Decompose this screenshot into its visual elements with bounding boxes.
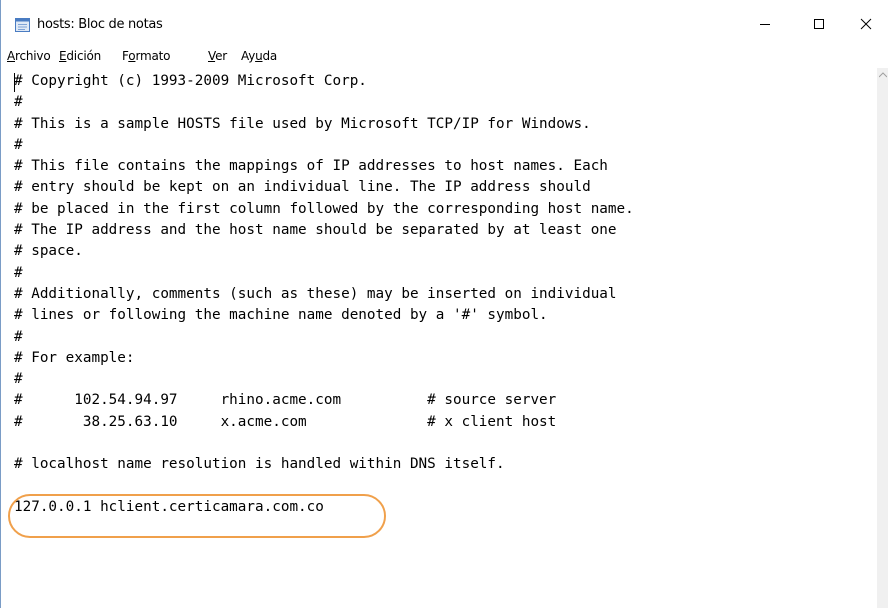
notepad-window: hosts: Bloc de notas Archivo Edición For… <box>0 0 888 608</box>
document-line: # <box>14 94 23 111</box>
document-line: # For example: <box>14 349 135 366</box>
window-title: hosts: Bloc de notas <box>37 17 163 32</box>
maximize-button[interactable] <box>796 8 842 40</box>
document-line: # <box>14 136 23 153</box>
minimize-icon <box>760 24 770 25</box>
close-icon <box>860 18 872 30</box>
close-button[interactable] <box>843 8 888 40</box>
document-text[interactable]: # Copyright (c) 1993-2009 Microsoft Corp… <box>14 71 634 518</box>
document-line: # <box>14 328 23 345</box>
title-bar[interactable]: hosts: Bloc de notas <box>1 0 888 40</box>
notepad-icon <box>15 18 30 32</box>
menu-archivo[interactable]: Archivo <box>7 49 51 63</box>
document-line: # <box>14 371 23 388</box>
document-line: # 38.25.63.10 x.acme.com # x client host <box>14 413 557 430</box>
highlight-annotation <box>8 494 386 538</box>
document-line: # This file contains the mappings of IP … <box>14 158 608 175</box>
vertical-scrollbar[interactable] <box>877 68 888 608</box>
menu-formato[interactable]: Formato <box>122 49 170 63</box>
document-line: # entry should be kept on an individual … <box>14 179 591 196</box>
scroll-up-icon[interactable] <box>877 68 888 82</box>
document-line: # lines or following the machine name de… <box>14 307 548 324</box>
menu-ver[interactable]: Ver <box>208 49 227 63</box>
document-line: # The IP address and the host name shoul… <box>14 222 617 239</box>
menu-ayuda[interactable]: Ayuda <box>241 49 277 63</box>
document-line: # localhost name resolution is handled w… <box>14 456 505 473</box>
document-line: # This is a sample HOSTS file used by Mi… <box>14 115 591 132</box>
menu-bar: Archivo Edición Formato Ver Ayuda <box>1 46 888 68</box>
menu-edicion[interactable]: Edición <box>59 49 101 63</box>
document-line: # be placed in the first column followed… <box>14 200 634 217</box>
maximize-icon <box>814 19 824 29</box>
minimize-button[interactable] <box>742 8 788 40</box>
document-line: # Copyright (c) 1993-2009 Microsoft Corp… <box>14 73 367 89</box>
document-line: # <box>14 264 23 281</box>
document-line: # Additionally, comments (such as these)… <box>14 285 617 302</box>
document-line: # space. <box>14 243 83 260</box>
text-caret <box>14 73 15 92</box>
document-line: # 102.54.94.97 rhino.acme.com # source s… <box>14 392 557 409</box>
